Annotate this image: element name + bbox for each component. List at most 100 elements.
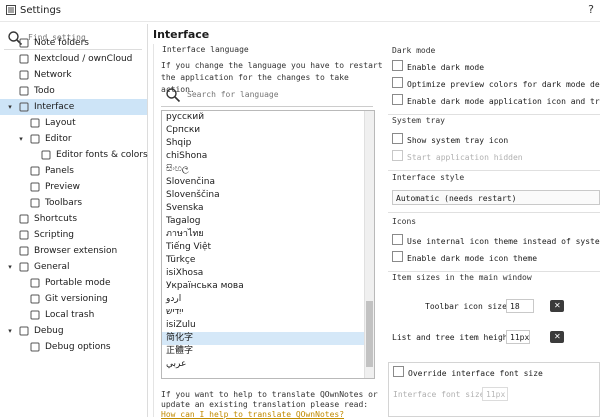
- language-item[interactable]: 正體字: [162, 345, 374, 358]
- toolbar-icon-size-spinbox[interactable]: 18: [506, 299, 534, 313]
- tree-item[interactable]: Local trash: [0, 307, 147, 323]
- tree-item-label: Debug: [34, 326, 64, 336]
- tree-item[interactable]: Shortcuts: [0, 211, 147, 227]
- tree-item-label: Editor: [45, 134, 72, 144]
- tree-item-icon: [19, 54, 29, 64]
- language-item[interactable]: Slovenščina: [162, 189, 374, 202]
- expand-arrow-icon[interactable]: ▾: [16, 131, 26, 147]
- tree-item[interactable]: Toolbars: [0, 195, 147, 211]
- language-item[interactable]: සිංහල: [162, 163, 374, 176]
- language-item[interactable]: Svenska: [162, 202, 374, 215]
- internal-icon-theme-checkbox[interactable]: Use internal icon theme instead of syste…: [392, 234, 600, 246]
- language-search-box[interactable]: [161, 84, 373, 107]
- tree-item-icon: [30, 134, 40, 144]
- language-item[interactable]: Українська мова: [162, 280, 374, 293]
- help-icon[interactable]: ?: [588, 3, 594, 16]
- icons-group-title: Icons: [392, 217, 417, 226]
- interface-language-label: Interface language: [162, 45, 249, 54]
- language-item[interactable]: isiXhosa: [162, 267, 374, 280]
- tree-item-icon: [30, 182, 40, 192]
- tree-item-icon: [30, 166, 40, 176]
- checkbox-box[interactable]: [392, 94, 403, 105]
- checkbox-box[interactable]: [393, 366, 404, 377]
- checkbox-box[interactable]: [392, 133, 403, 144]
- expand-arrow-icon[interactable]: ▾: [5, 99, 15, 115]
- tree-item[interactable]: ▾ General: [0, 259, 147, 275]
- tree-item-label: Scripting: [34, 230, 75, 240]
- tree-item[interactable]: Layout: [0, 115, 147, 131]
- expand-arrow-icon[interactable]: ▾: [5, 259, 15, 275]
- checkbox-box[interactable]: [392, 251, 403, 262]
- reset-list-item-height-button[interactable]: [550, 331, 564, 343]
- interface-font-group: Override interface font size Interface f…: [388, 362, 600, 417]
- translation-help-link[interactable]: How can I help to translate QOwnNotes?: [161, 410, 344, 419]
- tree-item[interactable]: Debug options: [0, 339, 147, 355]
- scrollbar-thumb[interactable]: [366, 301, 373, 367]
- tree-item-label: Shortcuts: [34, 214, 78, 224]
- tree-item[interactable]: Scripting: [0, 227, 147, 243]
- optimize-preview-colors-checkbox[interactable]: Optimize preview colors for dark mode de…: [392, 77, 600, 89]
- language-item[interactable]: ภาษาไทย: [162, 228, 374, 241]
- tree-item[interactable]: Network: [0, 67, 147, 83]
- tree-item-label: Note folders: [34, 38, 89, 48]
- expand-arrow-icon[interactable]: ▾: [5, 323, 15, 339]
- language-item[interactable]: Српски: [162, 124, 374, 137]
- tree-item[interactable]: Nextcloud / ownCloud: [0, 51, 147, 67]
- tree-item-label: Browser extension: [34, 246, 118, 256]
- language-item[interactable]: Tiếng Việt: [162, 241, 374, 254]
- tree-item[interactable]: Browser extension: [0, 243, 147, 259]
- language-item[interactable]: عربي: [162, 358, 374, 371]
- tree-item-label: Interface: [34, 102, 75, 112]
- tree-item[interactable]: Preview: [0, 179, 147, 195]
- tree-item[interactable]: Todo: [0, 83, 147, 99]
- checkbox-box[interactable]: [392, 234, 403, 245]
- tree-item-icon: [19, 230, 29, 240]
- tree-item[interactable]: ▾ Editor: [0, 131, 147, 147]
- font-size-spinbox[interactable]: 11px: [482, 387, 508, 401]
- language-item[interactable]: chiShona: [162, 150, 374, 163]
- tree-item-label: Panels: [45, 166, 74, 176]
- language-item[interactable]: isiZulu: [162, 319, 374, 332]
- list-item-height-spinbox[interactable]: 11px: [506, 330, 530, 344]
- reset-toolbar-icon-size-button[interactable]: [550, 300, 564, 312]
- language-item[interactable]: 简化字: [162, 332, 374, 345]
- toolbar-icon-size-label: Toolbar icon size:: [425, 302, 512, 311]
- tree-item[interactable]: ▾ Interface: [0, 99, 147, 115]
- language-search-input[interactable]: [187, 90, 367, 99]
- language-item[interactable]: ייִדיש: [162, 306, 374, 319]
- dark-mode-tray-icon-checkbox[interactable]: Enable dark mode application icon and tr…: [392, 94, 600, 106]
- interface-style-select[interactable]: Automatic (needs restart): [392, 190, 600, 205]
- checkbox-box[interactable]: [392, 77, 403, 88]
- interface-options-column: Dark mode Enable dark mode Optimize prev…: [388, 44, 600, 417]
- language-list[interactable]: русский Српски Shqip chiShona සිංහල Slovenčin…: [161, 110, 375, 379]
- language-item[interactable]: Tagalog: [162, 215, 374, 228]
- tree-item[interactable]: Portable mode: [0, 275, 147, 291]
- item-sizes-group-title: Item sizes in the main window: [392, 273, 532, 282]
- tree-item[interactable]: Panels: [0, 163, 147, 179]
- checkbox-box[interactable]: [392, 150, 403, 161]
- tree-item-icon: [19, 246, 29, 256]
- language-list-scrollbar[interactable]: [364, 111, 374, 378]
- language-item[interactable]: русский: [162, 111, 374, 124]
- start-hidden-checkbox[interactable]: Start application hidden: [392, 150, 523, 162]
- tree-item-label: Portable mode: [45, 278, 111, 288]
- tree-item-icon: [19, 70, 29, 80]
- tree-item[interactable]: Note folders: [0, 35, 147, 51]
- checkbox-box[interactable]: [392, 60, 403, 71]
- show-tray-icon-checkbox[interactable]: Show system tray icon: [392, 133, 508, 145]
- tree-item-label: Local trash: [45, 310, 95, 320]
- enable-dark-mode-checkbox[interactable]: Enable dark mode: [392, 60, 484, 72]
- tree-item-icon: [30, 118, 40, 128]
- override-font-size-checkbox[interactable]: Override interface font size: [393, 366, 543, 378]
- language-item[interactable]: Slovenčina: [162, 176, 374, 189]
- language-item[interactable]: اردو: [162, 293, 374, 306]
- tree-item-icon: [19, 326, 29, 336]
- tree-item[interactable]: Editor fonts & colors: [0, 147, 148, 163]
- dark-mode-icon-theme-checkbox[interactable]: Enable dark mode icon theme: [392, 251, 537, 263]
- interface-language-group: Interface language If you change the lan…: [153, 44, 383, 420]
- tree-item[interactable]: Git versioning: [0, 291, 147, 307]
- translation-help-text: If you want to help to translate QOwnNot…: [161, 390, 383, 420]
- language-item[interactable]: Türkçe: [162, 254, 374, 267]
- tree-item[interactable]: ▾ Debug: [0, 323, 147, 339]
- language-item[interactable]: Shqip: [162, 137, 374, 150]
